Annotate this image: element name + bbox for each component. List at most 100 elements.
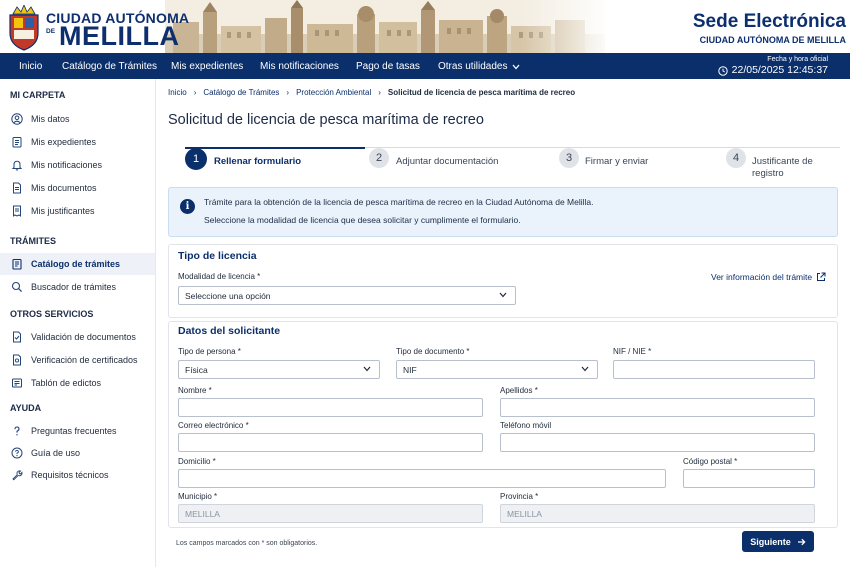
tipo-documento-label: Tipo de documento * <box>396 347 470 356</box>
nav-item-otras-utilidades[interactable]: Otras utilidades <box>438 61 520 72</box>
sidebar-item-label: Validación de documentos <box>31 332 136 342</box>
chevron-right-icon: › <box>378 88 381 97</box>
applicant-card: Datos del solicitante Tipo de persona * … <box>168 321 838 528</box>
info-alert: i Trámite para la obtención de la licenc… <box>168 187 838 237</box>
sidebar-item-preguntas-frecuentes[interactable]: Preguntas frecuentes <box>0 420 155 442</box>
clock-value-row: 22/05/2025 12:45:37 <box>717 64 828 77</box>
banner-fade <box>520 0 630 53</box>
sidebar-item-mis-expedientes[interactable]: Mis expedientes <box>0 131 155 153</box>
breadcrumb-item-inicio[interactable]: Inicio <box>168 88 187 97</box>
tipo-documento-value: NIF <box>403 364 417 375</box>
nav-item-inicio[interactable]: Inicio <box>19 61 42 72</box>
step-progress-line <box>185 147 365 149</box>
codigo-postal-input[interactable] <box>683 469 815 488</box>
arrow-right-icon <box>797 538 806 545</box>
help-circle-icon <box>11 447 23 459</box>
question-icon <box>11 425 23 437</box>
step-1-circle: 1 <box>185 148 207 170</box>
nav-item-pago-tasas[interactable]: Pago de tasas <box>356 61 420 72</box>
official-clock: Fecha y hora oficial 22/05/2025 12:45:37 <box>717 55 828 77</box>
sidebar-item-mis-documentos[interactable]: Mis documentos <box>0 177 155 199</box>
sidebar-item-validacion-documentos[interactable]: Validación de documentos <box>0 326 155 348</box>
sidebar-item-mis-datos[interactable]: Mis datos <box>0 108 155 130</box>
wrench-icon <box>11 469 23 481</box>
apellidos-input[interactable] <box>500 398 815 417</box>
sidebar-item-mis-notificaciones[interactable]: Mis notificaciones <box>0 154 155 176</box>
correo-label: Correo electrónico * <box>178 421 249 430</box>
logo-text-main: MELILLA <box>59 21 180 51</box>
chevron-down-icon <box>512 64 520 69</box>
correo-input[interactable] <box>178 433 483 452</box>
modalidad-select[interactable]: Seleccione una opción <box>178 286 516 305</box>
sidebar-item-catalogo-tramites[interactable]: Catálogo de trámites <box>0 253 155 275</box>
telefono-input[interactable] <box>500 433 815 452</box>
sidebar-item-label: Mis notificaciones <box>31 160 103 170</box>
info-text-line2: Seleccione la modalidad de licencia que … <box>204 215 521 225</box>
sidebar-item-tablon-edictos[interactable]: Tablón de edictos <box>0 372 155 394</box>
nav-item-catalogo[interactable]: Catálogo de Trámites <box>62 61 157 72</box>
step-3-circle: 3 <box>559 148 579 168</box>
step-1-label: Rellenar formulario <box>214 156 302 167</box>
clock-icon <box>717 65 728 76</box>
step-3-label: Firmar y enviar <box>585 156 649 167</box>
ver-informacion-label: Ver información del trámite <box>711 272 813 282</box>
nif-label: NIF / NIE * <box>613 347 652 356</box>
nav-item-expedientes[interactable]: Mis expedientes <box>171 61 243 72</box>
step-track-line <box>365 147 840 148</box>
sidebar-item-label: Catálogo de trámites <box>31 259 121 269</box>
catalog-icon <box>11 258 23 270</box>
sidebar: MI CARPETA Mis datos Mis expedientes Mis… <box>0 79 156 567</box>
logo-text-de: DE <box>46 28 56 35</box>
site-title: Sede Electrónica <box>692 11 846 32</box>
clock-label: Fecha y hora oficial <box>767 56 828 63</box>
sidebar-item-label: Mis expedientes <box>31 137 97 147</box>
tipo-persona-value: Física <box>185 364 208 375</box>
tipo-documento-select[interactable]: NIF <box>396 360 598 379</box>
domicilio-label: Domicilio * <box>178 457 216 466</box>
next-button-label: Siguiente <box>750 536 791 547</box>
main-navigation: Inicio Catálogo de Trámites Mis expedien… <box>0 53 850 79</box>
melilla-crest-logo[interactable] <box>5 5 43 51</box>
info-icon: i <box>180 199 195 214</box>
chevron-right-icon: › <box>286 88 290 97</box>
sidebar-item-label: Mis datos <box>31 114 70 124</box>
bulletin-icon <box>11 377 23 389</box>
progress-stepper: 1 Rellenar formulario 2 Adjuntar documen… <box>185 146 840 182</box>
apellidos-label: Apellidos * <box>500 386 538 395</box>
sidebar-item-verificacion-certificados[interactable]: Verificación de certificados <box>0 349 155 371</box>
sidebar-item-requisitos-tecnicos[interactable]: Requisitos técnicos <box>0 464 155 486</box>
sidebar-item-buscador-tramites[interactable]: Buscador de trámites <box>0 276 155 298</box>
sidebar-section-otros-servicios: OTROS SERVICIOS <box>10 309 94 319</box>
provincia-input: MELILLA <box>500 504 815 523</box>
breadcrumb-item-proteccion-ambiental[interactable]: Protección Ambiental <box>296 88 371 97</box>
sidebar-item-guia-uso[interactable]: Guía de uso <box>0 442 155 464</box>
ver-informacion-link[interactable]: Ver información del trámite <box>711 272 826 282</box>
sidebar-item-label: Guía de uso <box>31 448 81 458</box>
license-type-card: Tipo de licencia Modalidad de licencia *… <box>168 244 838 318</box>
domicilio-input[interactable] <box>178 469 666 488</box>
provincia-label: Provincia * <box>500 492 539 501</box>
telefono-label: Teléfono móvil <box>500 421 552 430</box>
license-type-title: Tipo de licencia <box>178 250 257 262</box>
breadcrumb-item-current: Solicitud de licencia de pesca marítima … <box>387 88 576 97</box>
certificate-icon <box>11 354 23 366</box>
nif-input[interactable] <box>613 360 815 379</box>
modalidad-select-value: Seleccione una opción <box>185 290 271 301</box>
user-circle-icon <box>11 113 23 125</box>
applicant-title: Datos del solicitante <box>178 325 281 337</box>
breadcrumb-item-catalogo[interactable]: Catálogo de Trámites <box>203 88 279 97</box>
chevron-down-icon <box>499 292 507 298</box>
tipo-persona-select[interactable]: Física <box>178 360 380 379</box>
required-fields-note: Los campos marcados con * son obligatori… <box>176 540 318 547</box>
nav-item-notificaciones[interactable]: Mis notificaciones <box>260 61 339 72</box>
sidebar-item-mis-justificantes[interactable]: Mis justificantes <box>0 200 155 222</box>
nombre-input[interactable] <box>178 398 483 417</box>
step-2-circle: 2 <box>369 148 389 168</box>
nombre-label: Nombre * <box>178 386 212 395</box>
document-check-icon <box>11 331 23 343</box>
document-icon <box>11 182 23 194</box>
external-link-icon <box>817 272 826 281</box>
next-button[interactable]: Siguiente <box>742 531 814 552</box>
sidebar-item-label: Buscador de trámites <box>31 282 117 292</box>
sidebar-item-label: Verificación de certificados <box>31 355 138 365</box>
